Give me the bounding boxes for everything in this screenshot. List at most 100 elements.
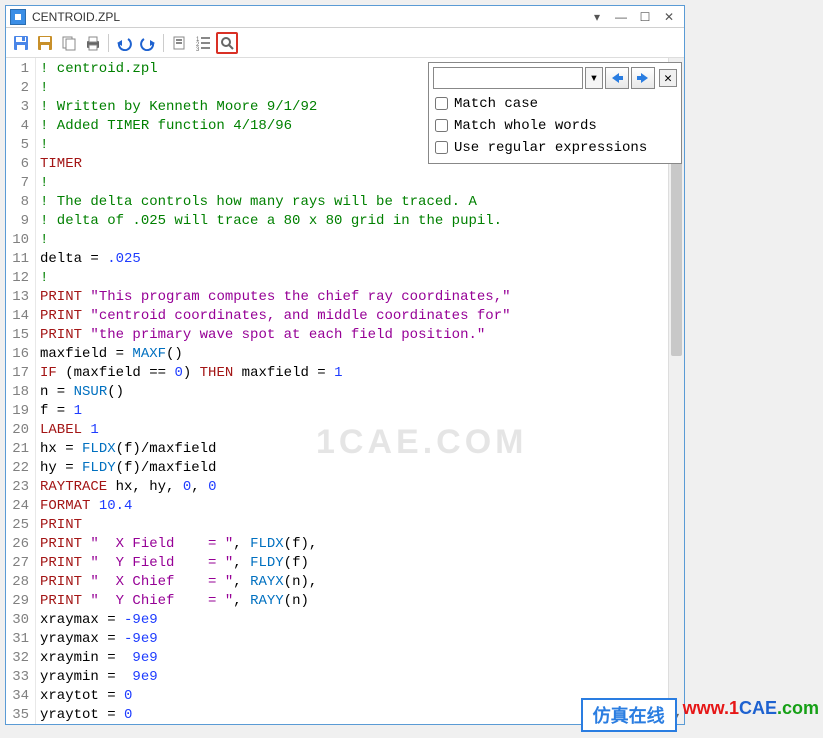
line-number: 33 bbox=[8, 668, 29, 687]
svg-text:3: 3 bbox=[196, 47, 200, 51]
code-line[interactable]: LABEL 1 bbox=[40, 421, 680, 440]
line-number: 13 bbox=[8, 288, 29, 307]
footer-watermark: 仿真在线 www.1CAE.com bbox=[581, 698, 819, 732]
line-number: 24 bbox=[8, 497, 29, 516]
search-prev-button[interactable] bbox=[605, 67, 629, 89]
match-whole-label: Match whole words bbox=[454, 118, 597, 134]
match-whole-option[interactable]: Match whole words bbox=[433, 115, 677, 137]
dropdown-button[interactable]: ▾ bbox=[586, 8, 608, 26]
code-line[interactable]: xraymin = 9e9 bbox=[40, 649, 680, 668]
saveas-button[interactable] bbox=[34, 32, 56, 54]
line-number: 35 bbox=[8, 706, 29, 724]
code-line[interactable]: PRINT "the primary wave spot at each fie… bbox=[40, 326, 680, 345]
line-number: 4 bbox=[8, 117, 29, 136]
undo-button[interactable] bbox=[113, 32, 135, 54]
line-number: 8 bbox=[8, 193, 29, 212]
line-number-gutter: 1234567891011121314151617181920212223242… bbox=[6, 58, 36, 724]
code-line[interactable]: ! bbox=[40, 231, 680, 250]
line-number: 26 bbox=[8, 535, 29, 554]
line-number: 12 bbox=[8, 269, 29, 288]
code-line[interactable]: ! delta of .025 will trace a 80 x 80 gri… bbox=[40, 212, 680, 231]
line-number: 5 bbox=[8, 136, 29, 155]
code-line[interactable]: yraymin = 9e9 bbox=[40, 668, 680, 687]
search-button[interactable] bbox=[216, 32, 238, 54]
line-number: 14 bbox=[8, 307, 29, 326]
numbered-list-button[interactable]: 123 bbox=[192, 32, 214, 54]
code-line[interactable]: FORMAT 10.4 bbox=[40, 497, 680, 516]
code-line[interactable]: IF (maxfield == 0) THEN maxfield = 1 bbox=[40, 364, 680, 383]
editor-window: CENTROID.ZPL ▾ — ☐ ✕ bbox=[5, 5, 685, 725]
search-panel: ▾ ✕ Match case Match whole words Use reg… bbox=[428, 62, 682, 164]
toolbar: 123 bbox=[6, 28, 684, 58]
match-whole-checkbox[interactable] bbox=[435, 119, 448, 132]
line-number: 32 bbox=[8, 649, 29, 668]
editor-area: 1234567891011121314151617181920212223242… bbox=[6, 58, 684, 724]
match-case-option[interactable]: Match case bbox=[433, 93, 677, 115]
line-number: 20 bbox=[8, 421, 29, 440]
line-number: 25 bbox=[8, 516, 29, 535]
line-number: 18 bbox=[8, 383, 29, 402]
footer-url: www.1CAE.com bbox=[683, 698, 819, 732]
code-line[interactable]: hy = FLDY(f)/maxfield bbox=[40, 459, 680, 478]
code-line[interactable]: PRINT "centroid coordinates, and middle … bbox=[40, 307, 680, 326]
code-line[interactable]: ! bbox=[40, 174, 680, 193]
line-number: 15 bbox=[8, 326, 29, 345]
minimize-button[interactable]: — bbox=[610, 8, 632, 26]
line-number: 11 bbox=[8, 250, 29, 269]
app-icon bbox=[10, 9, 26, 25]
use-regex-option[interactable]: Use regular expressions bbox=[433, 137, 677, 159]
line-number: 30 bbox=[8, 611, 29, 630]
line-number: 16 bbox=[8, 345, 29, 364]
footer-cn-text: 仿真在线 bbox=[581, 698, 677, 732]
close-button[interactable]: ✕ bbox=[658, 8, 680, 26]
line-number: 28 bbox=[8, 573, 29, 592]
code-line[interactable]: yraymax = -9e9 bbox=[40, 630, 680, 649]
code-line[interactable]: PRINT " X Chief = ", RAYX(n), bbox=[40, 573, 680, 592]
code-line[interactable]: PRINT " X Field = ", FLDX(f), bbox=[40, 535, 680, 554]
line-number: 34 bbox=[8, 687, 29, 706]
code-line[interactable]: PRINT bbox=[40, 516, 680, 535]
code-line[interactable]: ! The delta controls how many rays will … bbox=[40, 193, 680, 212]
code-line[interactable]: n = NSUR() bbox=[40, 383, 680, 402]
search-next-button[interactable] bbox=[631, 67, 655, 89]
line-number: 7 bbox=[8, 174, 29, 193]
maximize-button[interactable]: ☐ bbox=[634, 8, 656, 26]
line-number: 29 bbox=[8, 592, 29, 611]
code-line[interactable]: PRINT " Y Chief = ", RAYY(n) bbox=[40, 592, 680, 611]
code-line[interactable]: PRINT " Y Field = ", FLDY(f) bbox=[40, 554, 680, 573]
titlebar: CENTROID.ZPL ▾ — ☐ ✕ bbox=[6, 6, 684, 28]
line-number: 2 bbox=[8, 79, 29, 98]
code-line[interactable]: RAYTRACE hx, hy, 0, 0 bbox=[40, 478, 680, 497]
code-line[interactable]: xraymax = -9e9 bbox=[40, 611, 680, 630]
code-line[interactable]: maxfield = MAXF() bbox=[40, 345, 680, 364]
search-input[interactable] bbox=[433, 67, 583, 89]
line-number: 10 bbox=[8, 231, 29, 250]
search-history-dropdown[interactable]: ▾ bbox=[585, 67, 603, 89]
line-number: 1 bbox=[8, 60, 29, 79]
line-number: 17 bbox=[8, 364, 29, 383]
use-regex-label: Use regular expressions bbox=[454, 140, 647, 156]
bookmark-button[interactable] bbox=[168, 32, 190, 54]
line-number: 27 bbox=[8, 554, 29, 573]
copy-button[interactable] bbox=[58, 32, 80, 54]
code-line[interactable]: delta = .025 bbox=[40, 250, 680, 269]
match-case-checkbox[interactable] bbox=[435, 97, 448, 110]
code-line[interactable]: ! bbox=[40, 269, 680, 288]
match-case-label: Match case bbox=[454, 96, 538, 112]
line-number: 31 bbox=[8, 630, 29, 649]
code-line[interactable]: hx = FLDX(f)/maxfield bbox=[40, 440, 680, 459]
save-button[interactable] bbox=[10, 32, 32, 54]
search-close-button[interactable]: ✕ bbox=[659, 69, 677, 87]
window-title: CENTROID.ZPL bbox=[32, 10, 586, 24]
line-number: 22 bbox=[8, 459, 29, 478]
code-line[interactable]: PRINT "This program computes the chief r… bbox=[40, 288, 680, 307]
use-regex-checkbox[interactable] bbox=[435, 141, 448, 154]
line-number: 9 bbox=[8, 212, 29, 231]
print-button[interactable] bbox=[82, 32, 104, 54]
line-number: 19 bbox=[8, 402, 29, 421]
redo-button[interactable] bbox=[137, 32, 159, 54]
line-number: 3 bbox=[8, 98, 29, 117]
line-number: 23 bbox=[8, 478, 29, 497]
line-number: 21 bbox=[8, 440, 29, 459]
code-line[interactable]: f = 1 bbox=[40, 402, 680, 421]
